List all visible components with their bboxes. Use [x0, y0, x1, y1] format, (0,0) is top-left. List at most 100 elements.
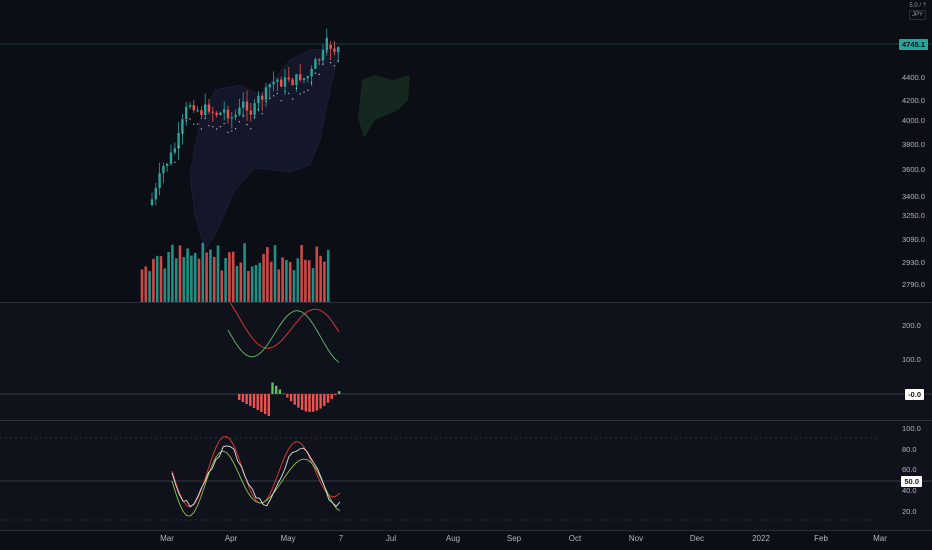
- trend-dot: [295, 87, 298, 89]
- candle-body: [185, 106, 188, 120]
- volume-bar: [197, 258, 201, 302]
- price-axis-label: 3400.0: [902, 192, 925, 201]
- candle-body: [257, 95, 260, 104]
- scale-mode-label[interactable]: 5.0 / ?: [909, 2, 926, 10]
- volume-bar: [285, 259, 288, 302]
- volume-bar: [155, 255, 159, 302]
- volume-bar: [243, 243, 246, 302]
- trend-dot: [242, 114, 244, 117]
- scale-header[interactable]: 5.0 / ? JPY: [908, 2, 926, 20]
- histogram-bar: [297, 394, 300, 408]
- rsi-axis-label: 80.0: [902, 445, 917, 454]
- volume-bar: [254, 265, 258, 302]
- price-chart-canvas[interactable]: [0, 0, 932, 550]
- trend-dot: [280, 99, 282, 102]
- histogram-bar: [271, 382, 274, 394]
- pane-divider-2[interactable]: [0, 420, 932, 421]
- time-axis-label: Oct: [568, 534, 582, 543]
- volume-bar: [190, 255, 193, 302]
- currency-label[interactable]: JPY: [908, 10, 926, 20]
- histogram-bar: [278, 389, 282, 394]
- trend-dot: [337, 60, 339, 62]
- trend-dot: [261, 113, 263, 115]
- volume-bar: [326, 250, 330, 302]
- volume-bar: [159, 256, 163, 302]
- candle-body: [169, 152, 173, 164]
- histogram-bar: [249, 394, 252, 406]
- candle-body: [204, 104, 207, 115]
- candle-body: [283, 77, 287, 87]
- trend-dot: [227, 131, 229, 134]
- volume-bar: [315, 246, 319, 302]
- candle-body: [158, 173, 161, 189]
- candle-body: [295, 74, 298, 86]
- volume-bar: [216, 245, 220, 302]
- time-axis-label: Nov: [628, 534, 644, 543]
- histogram-bar: [334, 394, 337, 396]
- rsi-axis-label: 20.0: [902, 507, 917, 516]
- time-axis-label: Feb: [814, 534, 828, 543]
- trend-dot: [223, 122, 225, 125]
- volume-bar: [262, 254, 265, 302]
- candle-body: [238, 107, 241, 115]
- channel-area: [189, 47, 341, 251]
- volume-bar: [277, 269, 281, 302]
- time-axis-label: Apr: [224, 534, 238, 543]
- trend-dot: [265, 100, 267, 102]
- candle-body: [219, 112, 222, 115]
- trend-dot: [193, 123, 195, 125]
- trend-dot: [250, 128, 252, 130]
- histogram-bar: [326, 394, 330, 403]
- trend-dot: [310, 82, 313, 84]
- candle-body: [306, 76, 309, 79]
- volume-bar: [311, 268, 315, 302]
- chart-area[interactable]: 5.0 / ? JPY 4745.1 4400.0 4200.0 4000.0 …: [0, 0, 932, 550]
- trend-dot: [174, 161, 176, 164]
- trend-dot: [231, 130, 233, 132]
- candle-body: [272, 81, 275, 85]
- volume-bar: [247, 270, 250, 302]
- trend-dot: [208, 125, 210, 127]
- candle-body: [302, 78, 306, 80]
- histogram-bar: [275, 385, 278, 394]
- trend-dot: [314, 72, 317, 74]
- candle-body: [337, 47, 340, 52]
- volume-bar: [224, 257, 227, 302]
- histogram-bar: [323, 394, 326, 406]
- histogram-bar: [282, 393, 285, 394]
- time-axis-label: May: [280, 534, 296, 543]
- volume-bar: [228, 252, 231, 302]
- price-axis-label: 3800.0: [902, 140, 925, 149]
- candle-body: [226, 109, 230, 119]
- volume-bar: [307, 260, 311, 302]
- volume-bar: [273, 245, 277, 302]
- trend-dot: [322, 63, 324, 65]
- candle-body: [173, 148, 176, 153]
- trend-dot: [318, 73, 320, 76]
- histogram-bar: [300, 394, 304, 410]
- candle-body: [318, 59, 321, 61]
- trend-dot: [204, 117, 206, 120]
- trend-dot: [253, 116, 256, 118]
- candle-body: [287, 77, 290, 80]
- volume-bar: [266, 247, 269, 302]
- candle-body: [230, 117, 233, 119]
- volume-bar: [292, 270, 296, 302]
- histogram-bar: [319, 394, 322, 409]
- trend-dot: [284, 90, 286, 93]
- histogram-bar: [267, 394, 270, 416]
- candle-body: [253, 103, 256, 115]
- histogram-bar: [286, 394, 289, 398]
- candle-body: [325, 37, 328, 51]
- histogram-bar: [238, 394, 241, 400]
- pane-divider-1[interactable]: [0, 302, 932, 303]
- price-axis-label: 4200.0: [902, 96, 925, 105]
- trend-dot: [185, 120, 187, 122]
- candle-body: [154, 188, 157, 200]
- candle-body: [242, 101, 245, 108]
- trend-dot: [276, 92, 279, 95]
- last-price-badge: 4745.1: [899, 39, 928, 50]
- rsi-pane-bg: [0, 421, 932, 530]
- volume-bar: [201, 242, 205, 302]
- volume-bar: [152, 258, 155, 302]
